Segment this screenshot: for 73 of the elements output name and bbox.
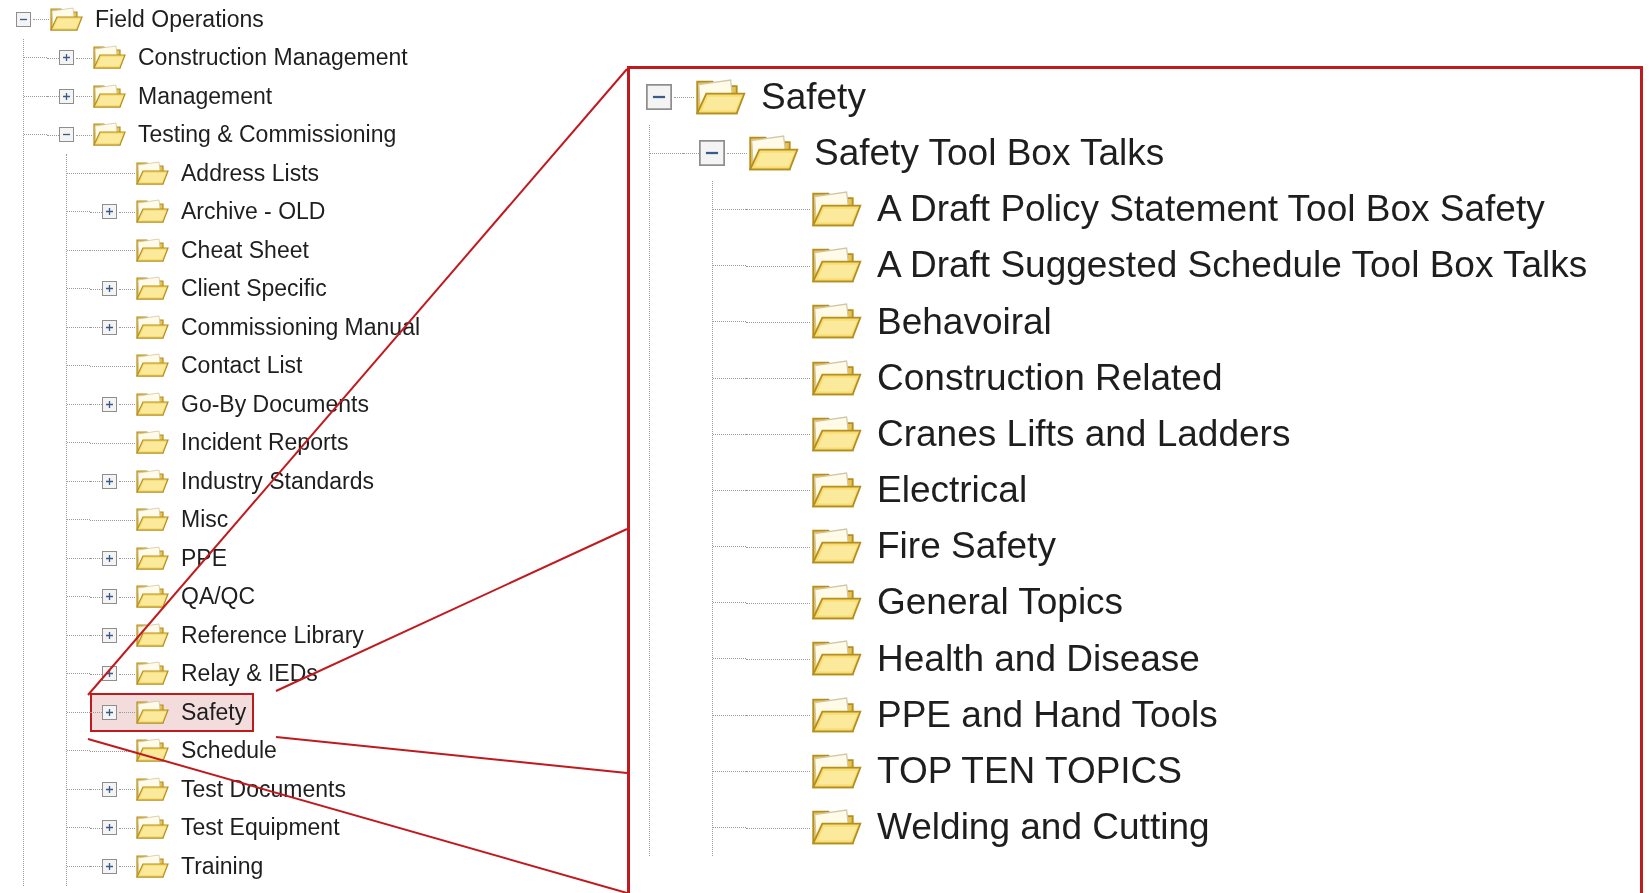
tree-item[interactable]: Fire Safety	[877, 526, 1056, 567]
tree-item[interactable]: Cranes Lifts and Ladders	[877, 413, 1291, 455]
expand-icon[interactable]	[101, 473, 117, 489]
tree-item[interactable]: Archive - OLD	[181, 199, 326, 225]
folder-icon	[135, 506, 169, 534]
tree-item[interactable]: Relay & IEDs	[181, 661, 318, 687]
tree-item[interactable]: Industry Standards	[181, 468, 375, 494]
tree-item[interactable]: QA/QC	[181, 584, 256, 610]
folder-icon	[135, 544, 169, 572]
collapse-icon[interactable]	[58, 127, 74, 143]
folder-icon	[135, 198, 169, 226]
folder-icon	[135, 852, 169, 880]
tree-item[interactable]: Electrical	[877, 470, 1028, 511]
tree-item[interactable]: Reference Library	[181, 622, 364, 648]
expand-icon[interactable]	[101, 704, 117, 720]
expand-icon[interactable]	[101, 396, 117, 412]
tree-item[interactable]: General Topics	[877, 582, 1124, 624]
tree-item[interactable]: Management	[138, 83, 273, 109]
folder-icon	[135, 352, 169, 380]
folder-icon	[135, 467, 169, 495]
expand-icon[interactable]	[58, 50, 74, 66]
tree-item[interactable]: Client Specific	[181, 276, 327, 302]
folder-icon	[135, 814, 169, 842]
tree-item[interactable]: Behavoiral	[877, 301, 1052, 343]
tree-item[interactable]: Safety Tool Box Talks	[814, 132, 1165, 174]
expand-icon[interactable]	[101, 319, 117, 335]
expand-icon[interactable]	[101, 204, 117, 220]
folder-icon	[135, 775, 169, 803]
folder-icon	[92, 44, 126, 72]
tree-item[interactable]: Construction Related	[877, 357, 1223, 399]
tree-item[interactable]: Safety	[761, 76, 866, 118]
expand-icon[interactable]	[101, 550, 117, 566]
folder-icon	[49, 5, 83, 33]
tree-item[interactable]: PPE and Hand Tools	[877, 694, 1218, 736]
folder-icon	[135, 698, 169, 726]
tree-item[interactable]: Schedule	[181, 738, 277, 764]
tree-item[interactable]: Test Equipment	[181, 815, 340, 841]
tree-item[interactable]: Address Lists	[181, 160, 320, 186]
tree-item[interactable]: Cheat Sheet	[181, 237, 309, 263]
tree-item[interactable]: Field Operations	[95, 6, 264, 32]
tree-item[interactable]: A Draft Suggested Schedule Tool Box Talks	[877, 245, 1588, 286]
folder-icon	[135, 660, 169, 688]
tree-item[interactable]: Testing & Commissioning	[138, 122, 397, 148]
folder-icon	[92, 82, 126, 110]
tree-item[interactable]: Contact List	[181, 353, 303, 379]
folder-icon	[135, 159, 169, 187]
folder-icon	[135, 429, 169, 457]
expand-icon[interactable]	[101, 858, 117, 874]
expand-icon[interactable]	[101, 589, 117, 605]
tree-item[interactable]: Training	[181, 853, 264, 879]
collapse-icon[interactable]	[699, 140, 725, 167]
expand-icon[interactable]	[101, 820, 117, 836]
folder-icon	[135, 737, 169, 765]
folder-icon	[135, 313, 169, 341]
folder-icon	[135, 621, 169, 649]
tree-item[interactable]: Health and Disease	[877, 638, 1200, 680]
tree-item[interactable]: A Draft Policy Statement Tool Box Safety	[877, 189, 1545, 230]
collapse-icon[interactable]	[15, 11, 31, 27]
expand-icon[interactable]	[58, 88, 74, 104]
expand-icon[interactable]	[101, 627, 117, 643]
folder-icon	[135, 583, 169, 611]
folder-icon	[135, 236, 169, 264]
expand-icon[interactable]	[101, 781, 117, 797]
expand-icon[interactable]	[101, 281, 117, 297]
folder-icon	[135, 390, 169, 418]
tree-item[interactable]: TOP TEN TOPICS	[877, 751, 1182, 792]
folder-icon	[92, 121, 126, 149]
tree-item[interactable]: Construction Management	[138, 45, 408, 71]
folder-icon	[135, 275, 169, 303]
tree-item[interactable]: Welding and Cutting	[877, 807, 1210, 848]
tree-item[interactable]: Misc	[181, 507, 229, 533]
tree-item[interactable]: Safety	[181, 699, 247, 725]
collapse-icon[interactable]	[646, 84, 672, 111]
